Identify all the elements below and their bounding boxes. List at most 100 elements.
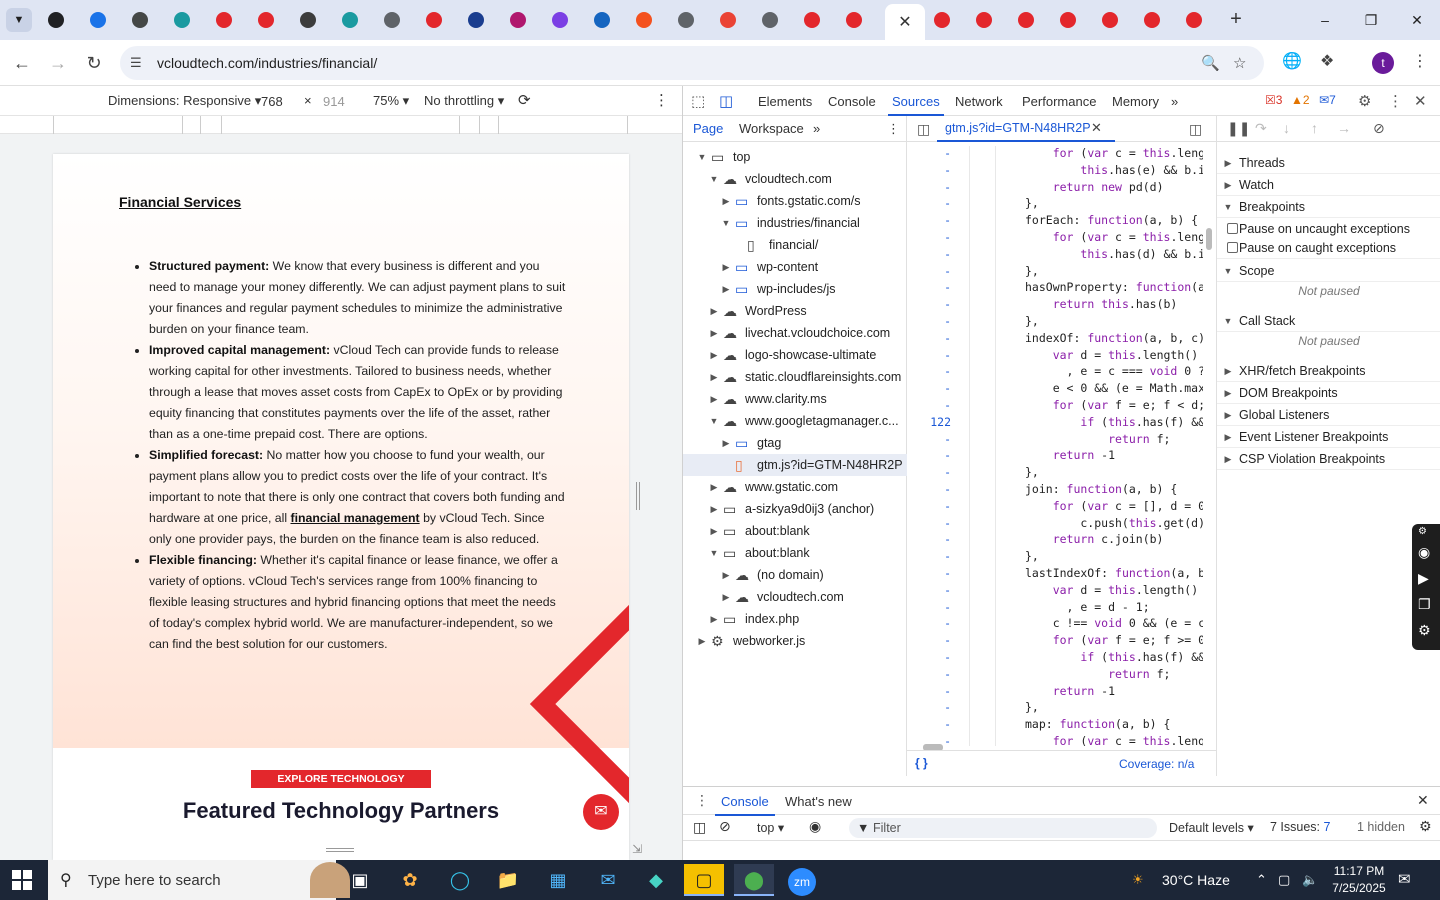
tab-4[interactable] (162, 6, 202, 34)
tab-workspace[interactable]: Workspace (739, 121, 804, 136)
tab-elements[interactable]: Elements (758, 94, 812, 109)
code-line[interactable]: - return -1 (907, 684, 1203, 701)
menu-dots-icon[interactable]: ⋮ (1412, 51, 1428, 71)
section-global-listeners[interactable]: ▶ Global Listeners (1217, 404, 1440, 426)
zoom-select[interactable]: 75% ▾ (373, 93, 409, 109)
tree-item[interactable]: ▶ ☁ static.cloudflareinsights.com (683, 366, 907, 388)
tab-8[interactable] (330, 6, 370, 34)
tab-13[interactable] (540, 6, 580, 34)
reload-button[interactable]: ↻ (82, 51, 106, 75)
tab-20[interactable] (834, 6, 874, 34)
line-number[interactable]: - (907, 717, 951, 731)
tab-14[interactable] (582, 6, 622, 34)
line-number[interactable]: - (907, 163, 951, 177)
width-input[interactable]: 768 (256, 91, 304, 111)
tab-16[interactable] (666, 6, 706, 34)
line-number[interactable]: - (907, 516, 951, 530)
tab-27[interactable] (1132, 6, 1172, 34)
tree-item[interactable]: ▶ ▭ index.php (683, 608, 907, 630)
live-chat-button[interactable]: ✉ (583, 794, 619, 830)
line-number[interactable]: - (907, 213, 951, 227)
code-line[interactable]: - join: function(a, b) { (907, 482, 1203, 499)
code-line[interactable]: - c.push(this.get(d)) (907, 516, 1203, 533)
tab-memory[interactable]: Memory (1112, 94, 1159, 109)
tab-23[interactable] (964, 6, 1004, 34)
tray-overflow-icon[interactable]: ⌃ (1256, 860, 1267, 900)
code-line[interactable]: - for (var f = e; f >= 0; (907, 633, 1203, 650)
line-number[interactable]: - (907, 364, 951, 378)
tree-item[interactable]: ▶ ☁ (no domain) (683, 564, 907, 586)
start-button[interactable] (12, 870, 32, 890)
video-icon[interactable]: ▶ (1418, 570, 1429, 587)
explore-partners-button[interactable]: EXPLORE TECHNOLOGY PARTNERS (251, 770, 431, 803)
line-number[interactable]: - (907, 583, 951, 597)
line-number[interactable]: 122 (907, 415, 951, 429)
clock[interactable]: 11:17 PM 7/25/2025 (1326, 863, 1392, 897)
line-number[interactable]: - (907, 146, 951, 160)
section-call-stack[interactable]: ▼ Call Stack (1217, 310, 1440, 332)
widget-settings-icon[interactable]: ⚙ (1418, 526, 1427, 537)
code-line[interactable]: - e < 0 && (e = Math.max( (907, 381, 1203, 398)
tab-7[interactable] (288, 6, 328, 34)
tree-item[interactable]: ▯ gtm.js?id=GTM-N48HR2P (683, 454, 907, 476)
warning-count-badge[interactable]: ▲2 (1291, 93, 1310, 107)
line-number[interactable]: - (907, 180, 951, 194)
rotate-icon[interactable]: ⟳ (518, 91, 531, 109)
drawer-tab-whats-new[interactable]: What's new (785, 794, 852, 809)
zoom-app-icon[interactable]: zm (782, 864, 822, 896)
tab-2[interactable] (78, 6, 118, 34)
site-info-icon[interactable]: ☰ (130, 55, 142, 71)
tree-item[interactable]: ▶ ▭ about:blank (683, 520, 907, 542)
code-line[interactable]: -}, (907, 549, 1203, 566)
new-tab-button[interactable]: + (1224, 8, 1248, 32)
throttling-select[interactable]: No throttling ▾ (424, 93, 504, 109)
line-number[interactable]: - (907, 566, 951, 580)
translate-icon[interactable]: 🌐 (1282, 51, 1302, 71)
expand-arrow-icon[interactable]: ▶ (709, 388, 719, 410)
expand-arrow-icon[interactable]: ▶ (709, 476, 719, 498)
bookmark-star-icon[interactable]: ☆ (1233, 54, 1246, 72)
camera-icon[interactable]: ◉ (1418, 544, 1430, 561)
collapse-arrow-icon[interactable]: ▼ (697, 146, 707, 168)
restore-button[interactable]: ❐ (1348, 0, 1394, 40)
code-line[interactable]: -}, (907, 264, 1203, 281)
line-number[interactable]: - (907, 549, 951, 563)
section-scope[interactable]: ▼ Scope (1217, 260, 1440, 282)
line-number[interactable]: - (907, 432, 951, 446)
line-number[interactable]: - (907, 600, 951, 614)
tab-28[interactable] (1174, 6, 1214, 34)
collapse-arrow-icon[interactable]: ▼ (721, 212, 731, 234)
code-line[interactable]: - hasOwnProperty: function(a, (907, 280, 1203, 297)
step-out-icon[interactable]: ↑ (1311, 120, 1318, 136)
tab-page[interactable]: Page (693, 121, 723, 136)
gear-icon[interactable]: ⚙ (1418, 622, 1431, 639)
clear-console-icon[interactable]: ⊘ (719, 818, 731, 835)
expand-arrow-icon[interactable]: ▶ (721, 432, 731, 454)
pause-caught-checkbox[interactable] (1227, 242, 1238, 253)
height-input[interactable]: 914 (318, 91, 366, 111)
collapse-arrow-icon[interactable]: ▼ (709, 168, 719, 190)
tab-9[interactable] (372, 6, 412, 34)
tab-18[interactable] (750, 6, 790, 34)
profile-avatar[interactable]: t (1372, 52, 1394, 74)
tree-item[interactable]: ▶ ▭ wp-includes/js (683, 278, 907, 300)
code-line[interactable]: - for (var c = [], d = 0; (907, 499, 1203, 516)
more-tabs-button[interactable]: » (1171, 94, 1178, 109)
issues-button[interactable]: 7 Issues: 7 (1270, 820, 1330, 834)
expand-arrow-icon[interactable]: ▶ (709, 344, 719, 366)
edge-icon[interactable]: ◯ (440, 864, 480, 896)
drawer-tab-console[interactable]: Console (715, 794, 775, 816)
tree-item[interactable]: ▼ ☁ www.googletagmanager.c... (683, 410, 907, 432)
expand-arrow-icon[interactable]: ▶ (709, 366, 719, 388)
code-line[interactable]: - this.has(e) && b.ir (907, 163, 1203, 180)
step-over-icon[interactable]: ↷ (1255, 120, 1267, 137)
section-watch[interactable]: ▶ Watch (1217, 174, 1440, 196)
coverage-label[interactable]: Coverage: n/a (1119, 757, 1194, 771)
tab-console[interactable]: Console (828, 94, 876, 109)
tree-item[interactable]: ▶ ⚙ webworker.js (683, 630, 907, 652)
console-settings-icon[interactable]: ⚙ (1419, 818, 1432, 835)
tree-item[interactable]: ▶ ☁ livechat.vcloudchoice.com (683, 322, 907, 344)
chrome-icon[interactable]: ⬤ (734, 864, 774, 896)
line-number[interactable]: - (907, 381, 951, 395)
toggle-navigator-icon[interactable]: ◫ (917, 121, 930, 138)
